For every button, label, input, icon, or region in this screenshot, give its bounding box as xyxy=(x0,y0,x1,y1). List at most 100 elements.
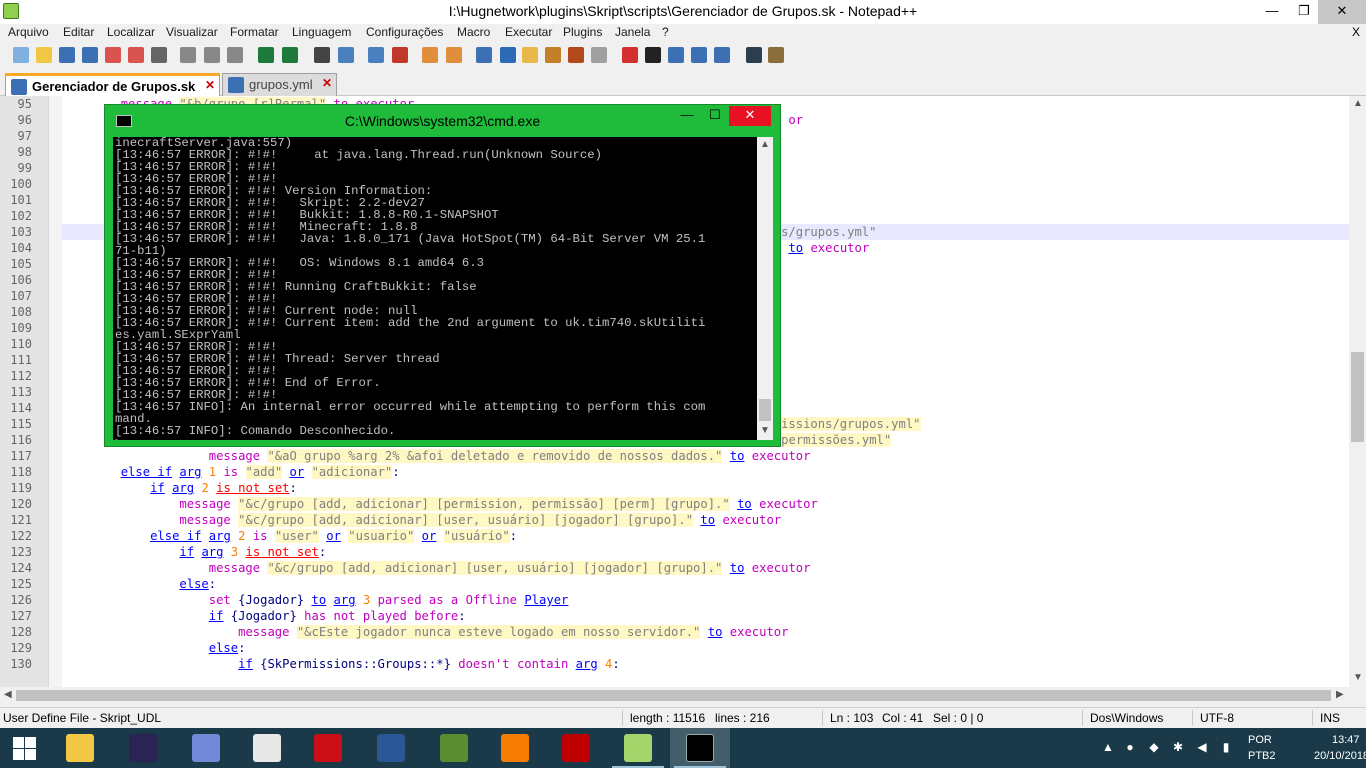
input-language[interactable]: POR xyxy=(1248,734,1272,746)
network-status-icon[interactable]: ● xyxy=(1122,740,1138,756)
save-all-icon[interactable] xyxy=(82,47,98,63)
cmd-minimize-button[interactable]: — xyxy=(673,106,701,126)
discord-tray-icon[interactable]: ◆ xyxy=(1146,740,1162,756)
show-all-icon[interactable] xyxy=(500,47,516,63)
code-line[interactable]: 128 message "&cEste jogador nunca esteve… xyxy=(0,624,1349,640)
code-line[interactable]: 117 message "&aO grupo %arg 2% &afoi del… xyxy=(0,448,1349,464)
play-multi-icon[interactable] xyxy=(691,47,707,63)
code-line[interactable]: 124 message "&c/grupo [add, adicionar] [… xyxy=(0,560,1349,576)
taskbar-app-sublime-text[interactable] xyxy=(485,728,545,768)
redo-icon[interactable] xyxy=(282,47,298,63)
undo-icon[interactable] xyxy=(258,47,274,63)
plugin-icon[interactable] xyxy=(768,47,784,63)
scrollbar-thumb[interactable] xyxy=(1351,352,1364,442)
horizontal-scrollbar[interactable]: ◀ ▶ xyxy=(0,687,1349,704)
taskbar-app-word[interactable] xyxy=(361,728,421,768)
cmd-console-area[interactable]: inecraftServer.java:557) [13:46:57 ERROR]… xyxy=(113,137,773,440)
cmd-window[interactable]: C:\Windows\system32\cmd.exe — ☐ ✕ inecra… xyxy=(104,104,781,447)
spellcheck-icon[interactable] xyxy=(746,47,762,63)
menu-macro[interactable]: Macro xyxy=(457,25,490,39)
chevron-up-icon[interactable]: ▲ xyxy=(1100,740,1116,756)
clock-date[interactable]: 20/10/2018 xyxy=(1314,750,1366,762)
close-all-icon[interactable] xyxy=(128,47,144,63)
bluetooth-icon[interactable]: ✱ xyxy=(1170,740,1186,756)
scroll-up-icon[interactable]: ▲ xyxy=(1353,98,1363,109)
code-line[interactable]: 123 if arg 3 is not set: xyxy=(0,544,1349,560)
taskbar-app-discord[interactable] xyxy=(176,728,236,768)
scroll-down-icon[interactable]: ▼ xyxy=(1353,672,1363,683)
minimize-button[interactable]: — xyxy=(1254,0,1290,24)
menu-visualizar[interactable]: Visualizar xyxy=(166,25,218,39)
word-wrap-icon[interactable] xyxy=(476,47,492,63)
wifi-icon[interactable]: ▮ xyxy=(1218,740,1234,756)
function-list-icon[interactable] xyxy=(591,47,607,63)
indent-guide-icon[interactable] xyxy=(522,47,538,63)
clock-time[interactable]: 13:47 xyxy=(1332,734,1360,746)
volume-icon[interactable]: ◀ xyxy=(1194,740,1210,756)
menu-linguagem[interactable]: Linguagem xyxy=(292,25,351,39)
copy-icon[interactable] xyxy=(204,47,220,63)
menu-configuracoes[interactable]: Configurações xyxy=(366,25,443,39)
close-button[interactable]: ✕ xyxy=(1318,0,1366,24)
cut-icon[interactable] xyxy=(180,47,196,63)
code-line[interactable]: 118 else if arg 1 is "add" or "adicionar… xyxy=(0,464,1349,480)
taskbar-app-opera[interactable] xyxy=(298,728,358,768)
menu-formatar[interactable]: Formatar xyxy=(230,25,279,39)
code-line[interactable]: 120 message "&c/grupo [add, adicionar] [… xyxy=(0,496,1349,512)
cmd-close-button[interactable]: ✕ xyxy=(729,106,771,126)
vertical-scrollbar[interactable]: ▲ ▼ xyxy=(1349,96,1366,687)
cmd-maximize-button[interactable]: ☐ xyxy=(701,106,729,126)
zoom-out-icon[interactable] xyxy=(392,47,408,63)
tab-gerenciador-de-grupos[interactable]: Gerenciador de Grupos.sk ✕ xyxy=(5,73,220,96)
stop-icon[interactable] xyxy=(645,47,661,63)
menu-editar[interactable]: Editar xyxy=(63,25,94,39)
restore-button[interactable]: ❐ xyxy=(1286,0,1322,24)
taskbar-app-filezilla[interactable] xyxy=(546,728,606,768)
taskbar-app-file-explorer[interactable] xyxy=(50,728,110,768)
tab-close-icon[interactable]: ✕ xyxy=(205,78,215,92)
save-icon[interactable] xyxy=(59,47,75,63)
cmd-title-bar[interactable]: C:\Windows\system32\cmd.exe — ☐ ✕ xyxy=(105,105,780,135)
start-button[interactable] xyxy=(0,728,48,768)
replace-icon[interactable] xyxy=(338,47,354,63)
code-line[interactable]: 125 else: xyxy=(0,576,1349,592)
zoom-in-icon[interactable] xyxy=(368,47,384,63)
menu-help[interactable]: ? xyxy=(662,25,669,39)
tab-close-icon[interactable]: ✕ xyxy=(322,76,332,90)
scroll-right-icon[interactable]: ▶ xyxy=(1336,689,1344,700)
udl-icon[interactable] xyxy=(545,47,561,63)
scroll-up-icon[interactable]: ▲ xyxy=(760,139,770,150)
save-macro-icon[interactable] xyxy=(714,47,730,63)
menu-arquivo[interactable]: Arquivo xyxy=(8,25,49,39)
code-line[interactable]: 119 if arg 2 is not set: xyxy=(0,480,1349,496)
menu-localizar[interactable]: Localizar xyxy=(107,25,155,39)
code-line[interactable]: 126 set {Jogador} to arg 3 parsed as a O… xyxy=(0,592,1349,608)
doc-map-icon[interactable] xyxy=(568,47,584,63)
record-icon[interactable] xyxy=(622,47,638,63)
scrollbar-thumb[interactable] xyxy=(16,690,1331,701)
code-line[interactable]: 121 message "&c/grupo [add, adicionar] [… xyxy=(0,512,1349,528)
cmd-scrollbar[interactable]: ▲ ▼ xyxy=(757,137,773,440)
code-line[interactable]: 130 if {SkPermissions::Groups::*} doesn'… xyxy=(0,656,1349,672)
taskbar-app-command-prompt[interactable] xyxy=(670,728,730,768)
print-icon[interactable] xyxy=(151,47,167,63)
keyboard-layout[interactable]: PTB2 xyxy=(1248,750,1276,762)
taskbar-app-paint[interactable] xyxy=(237,728,297,768)
paste-icon[interactable] xyxy=(227,47,243,63)
play-icon[interactable] xyxy=(668,47,684,63)
taskbar-app-eclipse[interactable] xyxy=(113,728,173,768)
taskbar-app-minecraft[interactable] xyxy=(424,728,484,768)
close-document-button[interactable]: X xyxy=(1352,25,1360,39)
find-icon[interactable] xyxy=(314,47,330,63)
scroll-left-icon[interactable]: ◀ xyxy=(4,689,12,700)
menu-janela[interactable]: Janela xyxy=(615,25,650,39)
code-line[interactable]: 129 else: xyxy=(0,640,1349,656)
tab-grupos-yml[interactable]: grupos.yml ✕ xyxy=(222,73,337,96)
taskbar-app-notepad-plus-plus[interactable] xyxy=(608,728,668,768)
sync-h-icon[interactable] xyxy=(446,47,462,63)
code-line[interactable]: 127 if {Jogador} has not played before: xyxy=(0,608,1349,624)
menu-executar[interactable]: Executar xyxy=(505,25,552,39)
new-file-icon[interactable] xyxy=(13,47,29,63)
scrollbar-thumb[interactable] xyxy=(759,399,771,421)
scroll-down-icon[interactable]: ▼ xyxy=(760,425,770,436)
